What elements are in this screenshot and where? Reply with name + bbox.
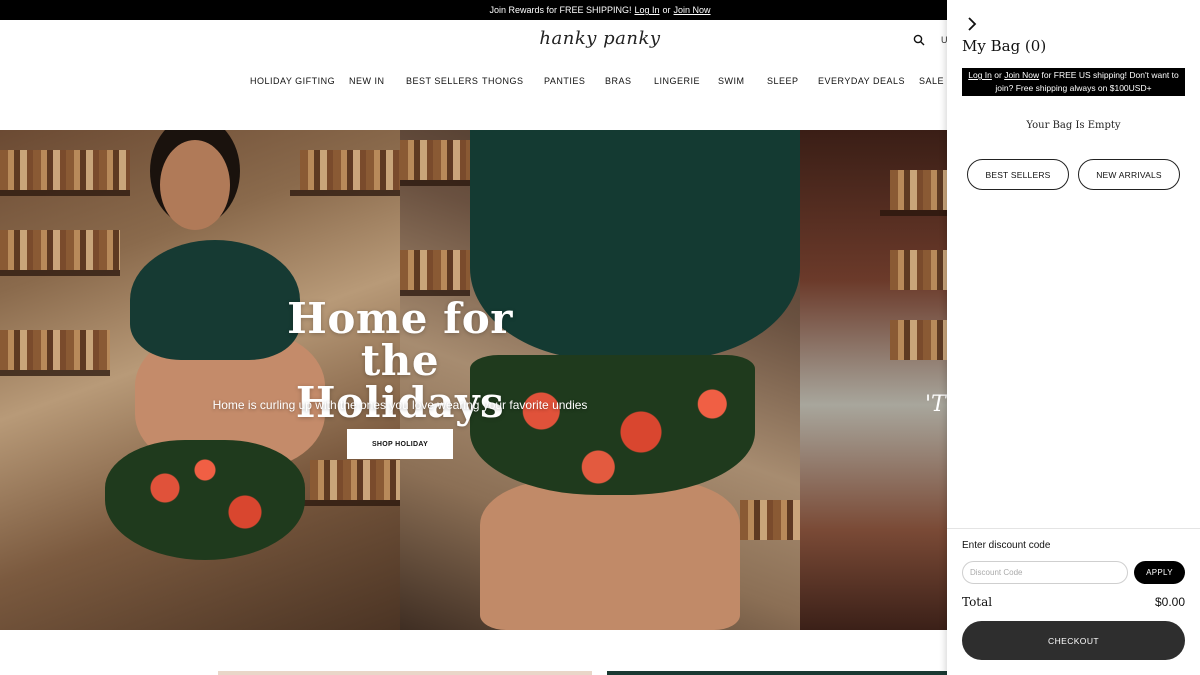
bookshelf-books [400, 250, 470, 290]
bookshelf-books [0, 230, 120, 270]
nav-item-holiday-gifting[interactable]: HOLIDAY GIFTING [250, 76, 335, 86]
bookshelf-books [300, 150, 400, 190]
hero-right-quote: 'T [925, 392, 946, 417]
site-header: hanky panky U HOLIDAY GIFTING NEW IN BES… [0, 20, 947, 130]
bookshelf-books [310, 460, 400, 500]
bookshelf-books [0, 150, 130, 190]
bookshelf-shelf [290, 190, 400, 196]
hero-banner[interactable]: Home for the Holidays Home is curling up… [0, 130, 947, 630]
shipping-promo-box: Log In or Join Now for FREE US shipping!… [962, 68, 1185, 96]
nav-item-sale[interactable]: SALE [919, 76, 944, 86]
bookshelf-shelf [0, 190, 130, 196]
main-nav: HOLIDAY GIFTING NEW IN BEST SELLERS THON… [0, 76, 947, 90]
bookshelf-books [400, 140, 470, 180]
nav-item-best-sellers[interactable]: BEST SELLERS [406, 76, 478, 86]
nav-item-panties[interactable]: PANTIES [544, 76, 585, 86]
announcement-or: or [662, 5, 671, 15]
bookshelf-shelf [880, 210, 947, 216]
discount-label: Enter discount code [962, 540, 1051, 551]
checkout-button[interactable]: CHECKOUT [962, 621, 1185, 660]
bookshelf-books [890, 250, 947, 290]
announcement-text: Join Rewards for FREE SHIPPING! [489, 5, 632, 15]
nav-item-lingerie[interactable]: LINGERIE [654, 76, 700, 86]
apply-button[interactable]: APPLY [1134, 561, 1185, 584]
model-poppy-underwear [105, 440, 305, 560]
discount-code-input[interactable] [962, 561, 1128, 584]
search-icon[interactable] [913, 34, 925, 46]
bookshelf-shelf [400, 180, 470, 186]
bookshelf-shelf [0, 270, 120, 276]
nav-item-bras[interactable]: BRAS [605, 76, 632, 86]
cart-divider [947, 528, 1200, 529]
cart-or-text: or [994, 70, 1002, 80]
nav-item-everyday-deals[interactable]: EVERYDAY DEALS [818, 76, 905, 86]
promo-thumbnail[interactable] [218, 671, 592, 675]
bookshelf-books [890, 320, 947, 360]
bookshelf-books [740, 500, 800, 540]
cart-login-link[interactable]: Log In [968, 70, 992, 80]
shop-holiday-button[interactable]: SHOP HOLIDAY [347, 429, 453, 459]
announcement-join-link[interactable]: Join Now [674, 5, 711, 15]
nav-item-swim[interactable]: SWIM [718, 76, 745, 86]
bookshelf-books [890, 170, 947, 210]
nav-item-new-in[interactable]: NEW IN [349, 76, 385, 86]
model-head [160, 140, 230, 230]
model-legs [480, 480, 740, 630]
total-value: $0.00 [1154, 595, 1185, 609]
bookshelf-shelf [300, 500, 400, 506]
hero-image-right [800, 130, 947, 630]
nav-item-thongs[interactable]: THONGS [482, 76, 524, 86]
new-arrivals-button[interactable]: NEW ARRIVALS [1078, 159, 1180, 190]
chevron-right-icon[interactable] [966, 16, 978, 32]
cart-title: My Bag (0) [962, 37, 1047, 55]
hero-subtitle: Home is curling up with the ones you lov… [212, 398, 588, 412]
promo-thumbnail[interactable] [607, 671, 947, 675]
cart-empty-message: Your Bag Is Empty [1026, 120, 1121, 131]
nav-item-sleep[interactable]: SLEEP [767, 76, 799, 86]
cart-join-link[interactable]: Join Now [1004, 70, 1039, 80]
announcement-login-link[interactable]: Log In [634, 5, 659, 15]
total-label: Total [962, 595, 993, 609]
best-sellers-button[interactable]: BEST SELLERS [967, 159, 1069, 190]
